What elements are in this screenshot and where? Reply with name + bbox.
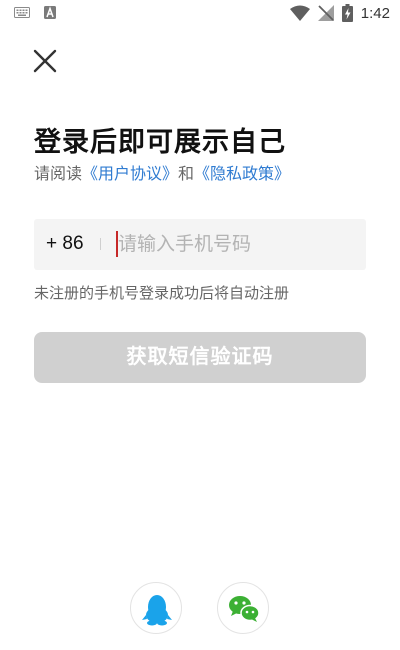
phone-number-input[interactable]: [118, 227, 358, 261]
qq-penguin-icon: [142, 595, 172, 626]
agreement-joiner: 和: [178, 164, 195, 183]
wechat-login-button[interactable]: [217, 582, 269, 634]
status-right-icons: 1:42: [289, 4, 390, 22]
page-title: 登录后即可展示自己: [34, 127, 286, 158]
wechat-icon: [229, 596, 260, 622]
agreement-text: 请阅读《用户协议》和《隐私政策》: [34, 160, 290, 184]
close-button[interactable]: [32, 48, 58, 74]
battery-charging-icon: [341, 4, 353, 22]
status-time: 1:42: [360, 4, 390, 22]
agreement-prefix: 请阅读: [34, 164, 83, 183]
input-divider: [100, 238, 101, 250]
wifi-icon: [289, 5, 310, 21]
status-bar: 1:42: [0, 0, 400, 28]
country-code[interactable]: + 86: [46, 233, 84, 255]
privacy-policy-link[interactable]: 《隐私政策》: [194, 164, 290, 183]
status-left-icons: [14, 6, 56, 19]
qq-login-button[interactable]: [130, 582, 182, 634]
user-agreement-link[interactable]: 《用户协议》: [82, 164, 178, 183]
get-sms-code-button[interactable]: 获取短信验证码: [34, 332, 366, 383]
phone-input-box[interactable]: + 86: [34, 219, 366, 270]
close-icon: [33, 49, 57, 73]
auto-register-hint: 未注册的手机号登录成功后将自动注册: [34, 284, 290, 302]
a-letter-icon: [44, 6, 56, 19]
keyboard-icon: [14, 7, 30, 18]
no-signal-icon: [317, 5, 334, 21]
